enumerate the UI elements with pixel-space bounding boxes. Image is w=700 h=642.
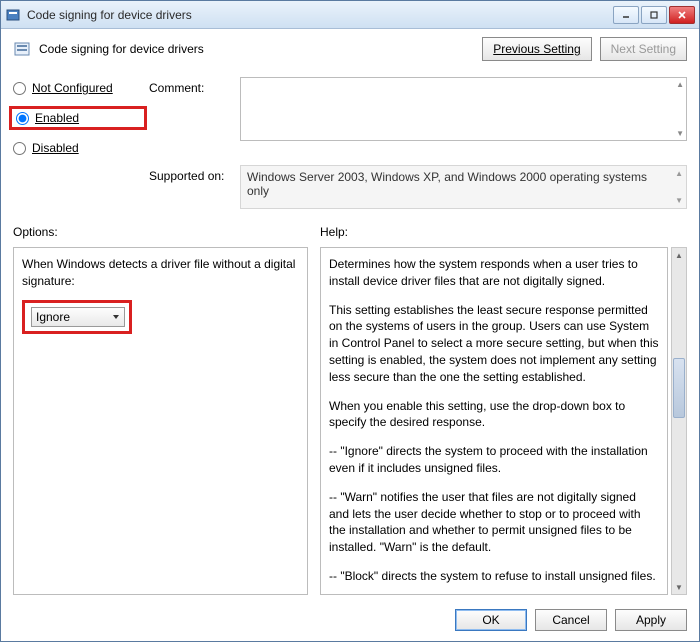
help-label: Help: — [320, 225, 687, 239]
supported-on-text: Windows Server 2003, Windows XP, and Win… — [247, 170, 647, 198]
title-bar: Code signing for device drivers — [1, 1, 699, 29]
detect-label: When Windows detects a driver file witho… — [22, 256, 299, 290]
supported-on-label: Supported on: — [149, 165, 234, 183]
scroll-up-icon[interactable]: ▲ — [672, 248, 686, 262]
help-p2: This setting establishes the least secur… — [329, 302, 659, 386]
window-buttons — [613, 6, 695, 24]
cancel-button[interactable]: Cancel — [535, 609, 607, 631]
section-labels: Options: Help: — [13, 225, 687, 239]
help-p5: -- "Warn" notifies the user that files a… — [329, 489, 659, 556]
scroll-down-icon: ▼ — [675, 196, 683, 205]
dropdown-highlight: Ignore — [22, 300, 132, 334]
scroll-down-icon[interactable]: ▼ — [676, 129, 684, 138]
help-p1: Determines how the system responds when … — [329, 256, 659, 290]
button-row: OK Cancel Apply — [13, 599, 687, 631]
help-p6: -- "Block" directs the system to refuse … — [329, 568, 659, 585]
scroll-down-icon[interactable]: ▼ — [672, 580, 686, 594]
maximize-button[interactable] — [641, 6, 667, 24]
policy-title: Code signing for device drivers — [39, 42, 474, 56]
radio-disabled-input[interactable] — [13, 142, 26, 155]
supported-on-box: Windows Server 2003, Windows XP, and Win… — [240, 165, 687, 209]
panels: When Windows detects a driver file witho… — [13, 247, 687, 595]
scroll-up-icon: ▲ — [675, 169, 683, 178]
comment-label: Comment: — [149, 77, 234, 95]
options-panel: When Windows detects a driver file witho… — [13, 247, 308, 595]
close-button[interactable] — [669, 6, 695, 24]
radio-enabled[interactable]: Enabled — [9, 106, 147, 130]
scroll-thumb[interactable] — [673, 358, 685, 418]
scroll-up-icon[interactable]: ▲ — [676, 80, 684, 89]
radio-disabled-label: Disabled — [32, 141, 79, 155]
radio-enabled-label: Enabled — [35, 111, 79, 125]
content-area: Code signing for device drivers Previous… — [1, 29, 699, 641]
dialog-window: Code signing for device drivers Code sig… — [0, 0, 700, 642]
header-row: Code signing for device drivers Previous… — [13, 37, 687, 67]
window-title: Code signing for device drivers — [27, 8, 613, 22]
dropdown-value: Ignore — [36, 310, 70, 324]
minimize-button[interactable] — [613, 6, 639, 24]
previous-setting-button[interactable]: Previous Setting — [482, 37, 591, 61]
signature-response-dropdown[interactable]: Ignore — [31, 307, 125, 327]
radio-enabled-input[interactable] — [16, 112, 29, 125]
radio-not-configured-label: Not Configured — [32, 81, 113, 95]
help-p4: -- "Ignore" directs the system to procee… — [329, 443, 659, 477]
help-panel-wrap: Determines how the system responds when … — [320, 247, 687, 595]
radio-not-configured-input[interactable] — [13, 82, 26, 95]
policy-icon — [13, 40, 31, 58]
next-setting-button[interactable]: Next Setting — [600, 37, 687, 61]
radio-disabled[interactable]: Disabled — [13, 141, 143, 155]
help-scrollbar[interactable]: ▲ ▼ — [671, 247, 687, 595]
help-panel: Determines how the system responds when … — [320, 247, 668, 595]
help-p3: When you enable this setting, use the dr… — [329, 398, 659, 432]
app-icon — [5, 7, 21, 23]
options-label: Options: — [13, 225, 308, 239]
top-grid: Not Configured Enabled Disabled Comment:… — [13, 77, 687, 209]
apply-button[interactable]: Apply — [615, 609, 687, 631]
ok-button[interactable]: OK — [455, 609, 527, 631]
state-radio-group: Not Configured Enabled Disabled — [13, 77, 143, 155]
comment-textbox[interactable]: ▲ ▼ — [240, 77, 687, 141]
chevron-down-icon — [112, 310, 120, 324]
radio-not-configured[interactable]: Not Configured — [13, 81, 143, 95]
